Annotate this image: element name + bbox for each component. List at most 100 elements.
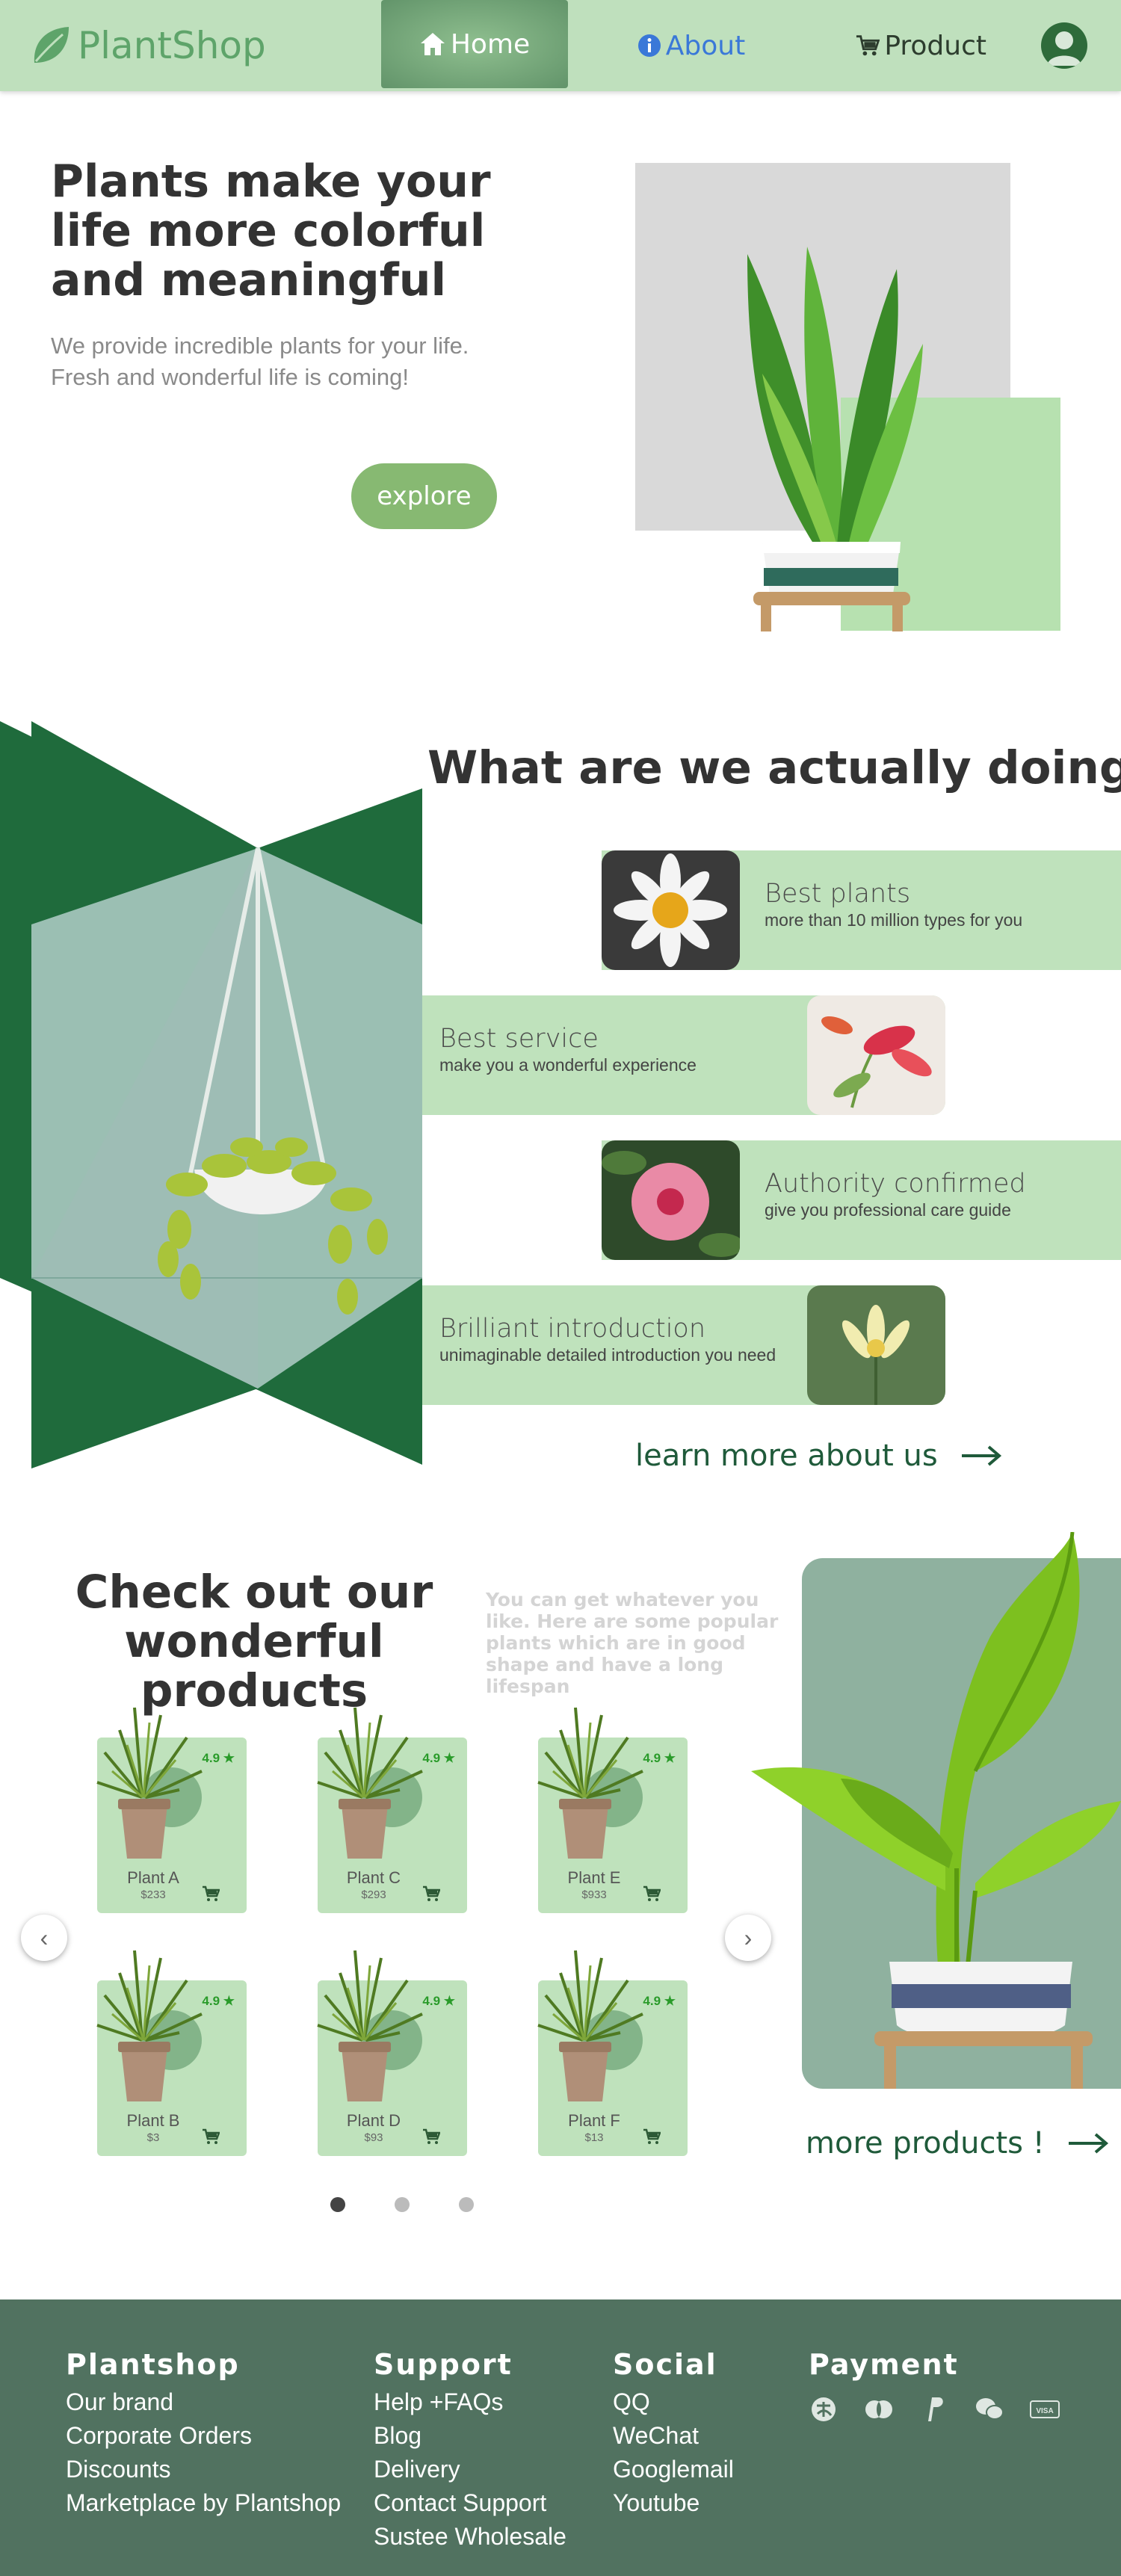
product-price: $3 <box>146 2131 160 2144</box>
water-lily-photo <box>807 1285 945 1405</box>
footer-column-plantshop: Plantshop Our brand Corporate Orders Dis… <box>66 2348 341 2520</box>
leaf-icon <box>34 27 69 63</box>
carousel-prev-button[interactable]: ‹ <box>21 1915 67 1961</box>
footer-heading: Social <box>613 2348 717 2381</box>
feature-text: Brilliant introduction unimaginable deta… <box>439 1314 776 1365</box>
wechat-pay-icon[interactable] <box>975 2394 1004 2424</box>
footer-column-support: Support Help +FAQs Blog Delivery Contact… <box>374 2348 566 2554</box>
product-rating: 4.9 ★ <box>422 1751 455 1765</box>
feature-card[interactable]: Best plants more than 10 million types f… <box>602 850 1121 970</box>
hero-subtitle-line: We provide incredible plants for your li… <box>51 333 469 359</box>
feature-text: Best service make you a wonderful experi… <box>439 1024 697 1075</box>
add-to-cart-icon[interactable] <box>422 1885 440 1902</box>
top-nav: PlantShop Home About Product <box>0 0 1121 91</box>
footer: Plantshop Our brand Corporate Orders Dis… <box>0 2299 1121 2576</box>
feature-card[interactable]: Brilliant introduction unimaginable deta… <box>422 1285 945 1405</box>
footer-column-social: Social QQ WeChat Googlemail Youtube <box>613 2348 734 2520</box>
carousel-page-dot[interactable] <box>330 2197 345 2212</box>
learn-more-label: learn more about us <box>635 1439 938 1473</box>
chevron-left-icon: ‹ <box>40 1924 49 1951</box>
hero-subtitle: We provide incredible plants for your li… <box>51 330 529 393</box>
footer-heading: Support <box>374 2348 513 2381</box>
footer-column-payment: Payment VISA <box>809 2348 1060 2424</box>
mastercard-icon[interactable] <box>864 2394 894 2424</box>
product-card[interactable]: 4.9 ★ Plant E $933 <box>537 1707 688 1913</box>
footer-link[interactable]: Marketplace by Plantshop <box>66 2486 341 2520</box>
add-to-cart-icon[interactable] <box>643 2128 661 2145</box>
feature-card[interactable]: Best service make you a wonderful experi… <box>422 995 945 1115</box>
potted-plant-thumbnail <box>317 1950 423 2101</box>
products-subtitle: You can get whatever you like. Here are … <box>486 1589 779 1697</box>
feature-desc: make you a wonderful experience <box>439 1055 697 1075</box>
add-to-cart-icon[interactable] <box>202 2128 220 2145</box>
carousel-page-dot[interactable] <box>395 2197 410 2212</box>
product-price: $13 <box>584 2131 604 2144</box>
hibiscus-photo <box>602 1140 740 1260</box>
product-name: Plant D <box>346 2111 401 2130</box>
explore-button[interactable]: explore <box>351 463 497 529</box>
user-avatar[interactable] <box>1041 22 1087 69</box>
feature-desc: give you professional care guide <box>765 1200 1011 1220</box>
footer-link[interactable]: Delivery <box>374 2453 566 2486</box>
visa-icon[interactable]: VISA <box>1030 2394 1060 2424</box>
brand-logo[interactable]: PlantShop <box>30 21 266 70</box>
carousel-page-dot[interactable] <box>459 2197 474 2212</box>
potted-plant-image <box>747 247 923 631</box>
footer-link[interactable]: Blog <box>374 2419 566 2453</box>
footer-link[interactable]: Help +FAQs <box>374 2385 566 2419</box>
feature-title: Brilliant introduction <box>439 1314 706 1344</box>
visa-text: VISA <box>1036 2407 1053 2415</box>
potted-plant-thumbnail <box>96 1707 203 1859</box>
potted-plant-thumbnail <box>537 1950 643 2101</box>
product-name: Plant B <box>126 2111 180 2130</box>
hero-title: Plants make your life more colorful and … <box>51 155 491 306</box>
product-price: $933 <box>581 1888 607 1901</box>
footer-link[interactable]: Googlemail <box>613 2453 734 2486</box>
feature-desc: unimaginable detailed introduction you n… <box>439 1345 776 1365</box>
product-card[interactable]: 4.9 ★ Plant A $233 <box>96 1707 247 1913</box>
feature-card[interactable]: Authority confirmed give you professiona… <box>602 1140 1121 1260</box>
hero-subtitle-line: Fresh and wonderful life is coming! <box>51 364 410 390</box>
paypal-icon[interactable] <box>919 2394 949 2424</box>
products-title: Check out our wonderful products <box>75 1566 433 1717</box>
footer-link[interactable]: Corporate Orders <box>66 2419 341 2453</box>
product-rating: 4.9 ★ <box>643 1751 676 1765</box>
product-card[interactable]: 4.9 ★ Plant D $93 <box>317 1950 467 2156</box>
nav-about[interactable]: About <box>635 0 747 91</box>
product-card[interactable]: 4.9 ★ Plant B $3 <box>96 1950 247 2156</box>
nav-product[interactable]: Product <box>856 0 986 91</box>
nav-home[interactable]: Home <box>381 0 568 88</box>
footer-link[interactable]: Discounts <box>66 2453 341 2486</box>
potted-plant-thumbnail <box>96 1950 203 2101</box>
add-to-cart-icon[interactable] <box>202 1885 220 1902</box>
footer-link[interactable]: Our brand <box>66 2385 341 2419</box>
potted-plant-thumbnail <box>537 1707 643 1859</box>
add-to-cart-icon[interactable] <box>422 2128 440 2145</box>
footer-link[interactable]: Contact Support <box>374 2486 566 2520</box>
product-card[interactable]: 4.9 ★ Plant C $293 <box>317 1707 467 1913</box>
feature-title: Best plants <box>765 879 911 909</box>
feature-title: Best service <box>439 1024 599 1054</box>
featured-plant-image <box>751 1532 1121 2089</box>
about-title: What are we actually doing? <box>427 741 1121 794</box>
feature-desc: more than 10 million types for you <box>765 910 1023 930</box>
daisy-photo <box>602 850 740 970</box>
product-rating: 4.9 ★ <box>202 1994 235 2008</box>
footer-link[interactable]: QQ <box>613 2385 734 2419</box>
product-name: Plant C <box>346 1868 401 1887</box>
footer-link[interactable]: Youtube <box>613 2486 734 2520</box>
payment-icons: VISA <box>809 2394 1060 2424</box>
more-products-link[interactable]: more products ! <box>806 2126 1109 2160</box>
home-icon <box>420 33 445 55</box>
brand-name: PlantShop <box>78 24 266 67</box>
product-price: $293 <box>361 1888 386 1901</box>
user-icon <box>1047 31 1081 66</box>
product-card[interactable]: 4.9 ★ Plant F $13 <box>537 1950 688 2156</box>
arrow-right-icon <box>1068 2133 1108 2154</box>
add-to-cart-icon[interactable] <box>643 1885 661 1902</box>
product-name: Plant F <box>568 2111 620 2130</box>
footer-link[interactable]: WeChat <box>613 2419 734 2453</box>
footer-link[interactable]: Sustee Wholesale <box>374 2520 566 2554</box>
learn-more-link[interactable]: learn more about us <box>635 1439 1002 1473</box>
alipay-icon[interactable] <box>809 2394 839 2424</box>
